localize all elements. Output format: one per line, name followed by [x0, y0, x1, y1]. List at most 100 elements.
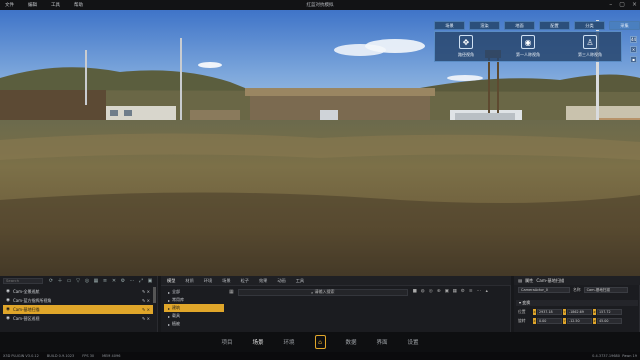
- tab-ground[interactable]: 地面: [504, 21, 535, 30]
- menu-help[interactable]: 帮助: [69, 2, 92, 8]
- more-icon[interactable]: ⋯: [476, 289, 482, 295]
- position-x-field[interactable]: 2937.18: [537, 309, 562, 315]
- badge-count[interactable]: 44: [630, 36, 637, 43]
- tab-particles[interactable]: 粒子: [241, 278, 249, 284]
- side-close-icon[interactable]: ×: [630, 46, 637, 53]
- transform-section-header[interactable]: ▾ 变换: [516, 300, 638, 306]
- camera-add-icon[interactable]: ◎: [84, 278, 90, 284]
- target-icon[interactable]: ◎: [428, 289, 434, 295]
- tab-capture[interactable]: 采集: [609, 21, 640, 30]
- asset-toolbar: ■ ◍ ◎ ⊕ ▣ ▦ ⚙ ≡ ⋯ ▴: [412, 289, 490, 295]
- list-item[interactable]: ◉ Cam-蓝方指挥所视角 ✎ ×: [3, 296, 153, 305]
- close-icon[interactable]: ×: [632, 1, 637, 8]
- list-icon[interactable]: ≡: [468, 289, 474, 295]
- rotation-z-field[interactable]: 45.00: [597, 318, 622, 324]
- tab-environment[interactable]: 环境: [204, 278, 212, 284]
- edit-icon[interactable]: ✎ ×: [142, 289, 150, 294]
- tab-material[interactable]: 材质: [185, 278, 193, 284]
- outliner-scrollbar[interactable]: [153, 287, 156, 303]
- home-logo-icon[interactable]: ⌂: [314, 335, 326, 349]
- object-id-row: CameraActor_0 名称 Cam-基地扫描: [518, 287, 628, 293]
- list-item-label: Cam-基地扫描: [12, 306, 40, 312]
- edit-icon[interactable]: ✎ ×: [142, 316, 150, 321]
- side-pin-icon[interactable]: ▪: [630, 56, 637, 63]
- maximize-icon[interactable]: ▢: [619, 1, 625, 8]
- collapse-icon[interactable]: ▴: [484, 289, 490, 295]
- category-item[interactable]: ▸ 常用库: [164, 296, 224, 304]
- folder-icon[interactable]: ▭: [66, 278, 72, 284]
- tab-model[interactable]: 模型: [167, 278, 175, 284]
- category-item[interactable]: ▸ 植被: [164, 320, 224, 328]
- menu-edit[interactable]: 编辑: [23, 2, 46, 8]
- globe-icon[interactable]: ◍: [420, 289, 426, 295]
- object-id-field[interactable]: CameraActor_0: [518, 287, 570, 293]
- refresh-icon[interactable]: ⟳: [48, 278, 54, 284]
- asset-search-input[interactable]: ⌕ 请输入搜索: [237, 288, 408, 296]
- tab-effects[interactable]: 效果: [259, 278, 267, 284]
- plus-icon[interactable]: ⊕: [436, 289, 442, 295]
- rotation-y-field[interactable]: -12.50: [567, 318, 592, 324]
- status-plugin: X3D PLUGIN V3.0.12: [3, 354, 39, 358]
- nav-data[interactable]: 数据: [346, 338, 357, 346]
- list-icon[interactable]: ≡: [102, 278, 108, 284]
- tab-scene-assets[interactable]: 场景: [222, 278, 230, 284]
- category-item-selected[interactable]: ▸ 建筑: [164, 304, 224, 312]
- tab-config[interactable]: 配置: [539, 21, 570, 30]
- nav-scene[interactable]: 场景: [252, 338, 263, 346]
- more-icon[interactable]: ⋯: [129, 278, 135, 284]
- outliner-search-input[interactable]: Search: [3, 278, 43, 284]
- path-view-tool[interactable]: ✥ 路径视角: [441, 35, 491, 58]
- lock-icon[interactable]: ▣: [147, 278, 153, 284]
- visibility-eye-icon[interactable]: ◉: [6, 316, 10, 321]
- scene-viewport[interactable]: 场景 渲染 地面 配置 分类 采集 ✥ 路径视角 ◉ 第一人称视角 ♙ 第三人称…: [0, 10, 640, 276]
- name-field[interactable]: Cam-基地扫描: [583, 287, 628, 293]
- tab-render[interactable]: 渲染: [469, 21, 500, 30]
- delete-icon[interactable]: ✕: [111, 278, 117, 284]
- y-axis-marker: Y: [563, 318, 566, 324]
- tab-animation[interactable]: 动画: [277, 278, 285, 284]
- category-label: 全部: [172, 289, 181, 294]
- rotation-x-field[interactable]: 0.00: [537, 318, 562, 324]
- nav-interface[interactable]: 界面: [377, 338, 388, 346]
- third-person-tool[interactable]: ♙ 第三人称视角: [565, 35, 615, 58]
- settings-icon[interactable]: ⚙: [120, 278, 126, 284]
- grid-icon[interactable]: ▦: [452, 289, 458, 295]
- nav-environment[interactable]: 环境: [283, 338, 294, 346]
- position-row: 位置 X 2937.18 Y -1862.69 Z 157.72: [518, 309, 622, 315]
- stop-icon[interactable]: ■: [412, 289, 418, 295]
- list-item-selected[interactable]: ◉ Cam-基地扫描 ✎ ×: [3, 305, 153, 314]
- image-icon[interactable]: ▣: [444, 289, 450, 295]
- position-y-field[interactable]: -1862.69: [567, 309, 592, 315]
- category-item[interactable]: ▸ 载具: [164, 312, 224, 320]
- edit-icon[interactable]: ✎ ×: [142, 307, 150, 312]
- visibility-eye-icon[interactable]: ◉: [6, 307, 10, 312]
- view-toggle-icon[interactable]: ▦: [229, 289, 234, 295]
- first-person-tool[interactable]: ◉ 第一人称视角: [503, 35, 553, 58]
- tab-classify[interactable]: 分类: [574, 21, 605, 30]
- visibility-eye-icon[interactable]: ◉: [6, 289, 10, 294]
- nav-project[interactable]: 项目: [221, 338, 232, 346]
- gear-icon[interactable]: ⚙: [460, 289, 466, 295]
- tab-scene[interactable]: 场景: [434, 21, 465, 30]
- visibility-eye-icon[interactable]: ◉: [6, 298, 10, 303]
- minimize-icon[interactable]: –: [609, 1, 612, 8]
- list-item-label: Cam-蓝方指挥所视角: [12, 297, 52, 303]
- status-version: 0.4.3737.19680: [592, 354, 621, 358]
- edit-icon[interactable]: ✎ ×: [142, 298, 150, 303]
- grid-icon[interactable]: ▦: [93, 278, 99, 284]
- position-z-field[interactable]: 157.72: [597, 309, 622, 315]
- add-icon[interactable]: ＋: [57, 278, 63, 284]
- list-item[interactable]: ◉ Cam-全景巡航 ✎ ×: [3, 287, 153, 296]
- category-item[interactable]: ▸ 全部: [164, 288, 224, 296]
- properties-name: Cam-基地扫描: [536, 277, 565, 283]
- category-list: ▸ 全部 ▸ 常用库 ▸ 建筑 ▸ 载具 ▸ 植被: [164, 288, 224, 328]
- bottom-nav: 项目 场景 环境 ⌂ 数据 界面 设置: [0, 332, 640, 352]
- menu-tools[interactable]: 工具: [46, 2, 69, 8]
- tab-tools[interactable]: 工具: [296, 278, 304, 284]
- expand-icon[interactable]: ⤢: [138, 278, 144, 284]
- menu-file[interactable]: 文件: [0, 2, 23, 8]
- category-label: 载具: [172, 313, 181, 318]
- nav-settings[interactable]: 设置: [408, 338, 419, 346]
- filter-icon[interactable]: ▽: [75, 278, 81, 284]
- list-item[interactable]: ◉ Cam-营区巡视 ✎ ×: [3, 314, 153, 323]
